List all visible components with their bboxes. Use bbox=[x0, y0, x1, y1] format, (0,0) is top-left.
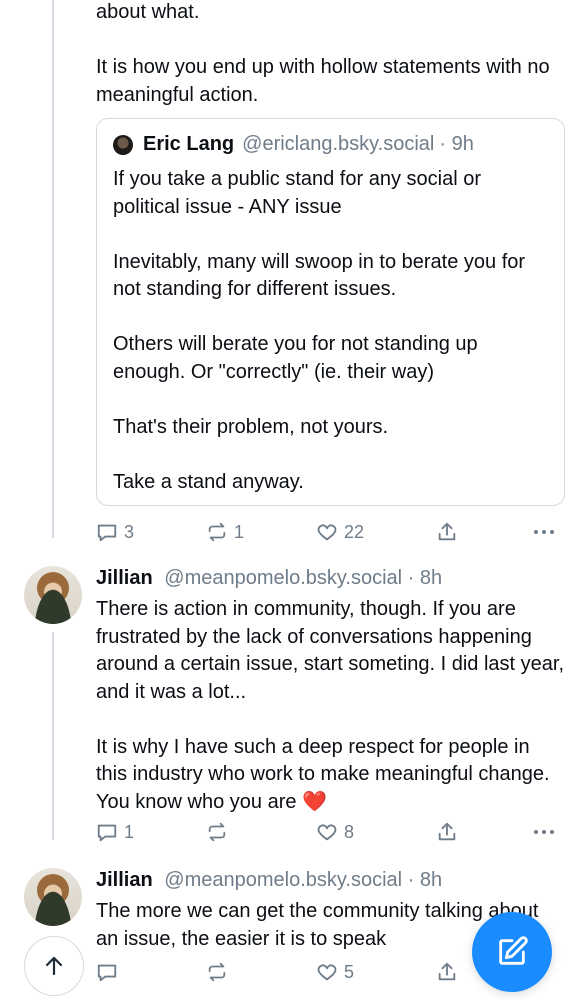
reply-button[interactable]: 1 bbox=[96, 821, 134, 843]
share-icon bbox=[438, 822, 456, 841]
heart-icon bbox=[317, 964, 337, 981]
share-button[interactable] bbox=[436, 821, 458, 843]
share-icon bbox=[438, 962, 456, 981]
like-button[interactable]: 8 bbox=[316, 821, 354, 843]
compose-button[interactable] bbox=[472, 912, 552, 992]
more-button[interactable] bbox=[532, 821, 556, 843]
repost-button[interactable] bbox=[206, 821, 228, 843]
more-icon bbox=[534, 830, 554, 834]
post-header: Jillian @meanpomelo.bsky.social · 8h bbox=[96, 567, 442, 590]
reply-icon bbox=[97, 824, 117, 842]
avatar[interactable] bbox=[24, 566, 82, 624]
author-name[interactable]: Jillian bbox=[96, 869, 153, 891]
quoted-author-handle[interactable]: @ericlang.bsky.social bbox=[242, 133, 434, 156]
thread-line-middle bbox=[52, 632, 54, 840]
compose-icon bbox=[499, 936, 528, 965]
heart-icon bbox=[317, 524, 337, 541]
arrow-up-icon bbox=[45, 956, 63, 976]
repost-count: 1 bbox=[234, 521, 245, 542]
repost-button[interactable] bbox=[206, 961, 228, 983]
author-handle[interactable]: @meanpomelo.bsky.social bbox=[164, 869, 402, 891]
like-button[interactable]: 5 bbox=[316, 961, 354, 983]
like-count: 5 bbox=[344, 961, 355, 982]
reply-icon bbox=[97, 524, 117, 542]
reply-button[interactable] bbox=[96, 961, 118, 983]
reply-icon bbox=[97, 964, 117, 982]
thread-line-top bbox=[52, 0, 54, 538]
post-header: Jillian @meanpomelo.bsky.social · 8h bbox=[96, 869, 442, 892]
author-name[interactable]: Jillian bbox=[96, 567, 153, 589]
post-time: · 8h bbox=[407, 567, 443, 589]
like-button[interactable]: 22 bbox=[316, 521, 364, 543]
author-handle[interactable]: @meanpomelo.bsky.social bbox=[164, 567, 402, 589]
scroll-to-top-button[interactable] bbox=[24, 936, 84, 996]
post-actions: 1 8 bbox=[96, 821, 558, 847]
share-icon bbox=[438, 522, 456, 541]
quoted-post-text: If you take a public stand for any socia… bbox=[113, 168, 526, 493]
share-button[interactable] bbox=[436, 521, 458, 543]
quoted-post-time: · 9h bbox=[439, 133, 474, 155]
repost-icon bbox=[208, 522, 226, 542]
reply-count: 3 bbox=[124, 521, 135, 542]
quoted-post[interactable]: Eric Lang @ericlang.bsky.social · 9h If … bbox=[96, 118, 565, 506]
share-button[interactable] bbox=[436, 961, 458, 983]
repost-icon bbox=[208, 822, 226, 842]
repost-button[interactable]: 1 bbox=[206, 521, 244, 543]
post-text: about what. It is how you end up with ho… bbox=[96, 1, 550, 106]
heart-icon bbox=[317, 824, 337, 841]
avatar[interactable] bbox=[24, 868, 82, 926]
quoted-author-name[interactable]: Eric Lang bbox=[143, 133, 234, 156]
post-text: There is action in community, though. If… bbox=[96, 598, 565, 813]
repost-icon bbox=[208, 962, 226, 982]
reply-count: 1 bbox=[124, 821, 135, 842]
post-actions: 3 1 22 bbox=[96, 521, 558, 547]
more-icon bbox=[534, 530, 554, 534]
like-count: 22 bbox=[344, 521, 365, 542]
quoted-author-avatar[interactable] bbox=[113, 134, 133, 155]
like-count: 8 bbox=[344, 821, 355, 842]
more-button[interactable] bbox=[532, 521, 556, 543]
reply-button[interactable]: 3 bbox=[96, 521, 134, 543]
post-time: · 8h bbox=[407, 869, 443, 891]
quoted-post-header: Eric Lang @ericlang.bsky.social · 9h bbox=[113, 133, 474, 156]
